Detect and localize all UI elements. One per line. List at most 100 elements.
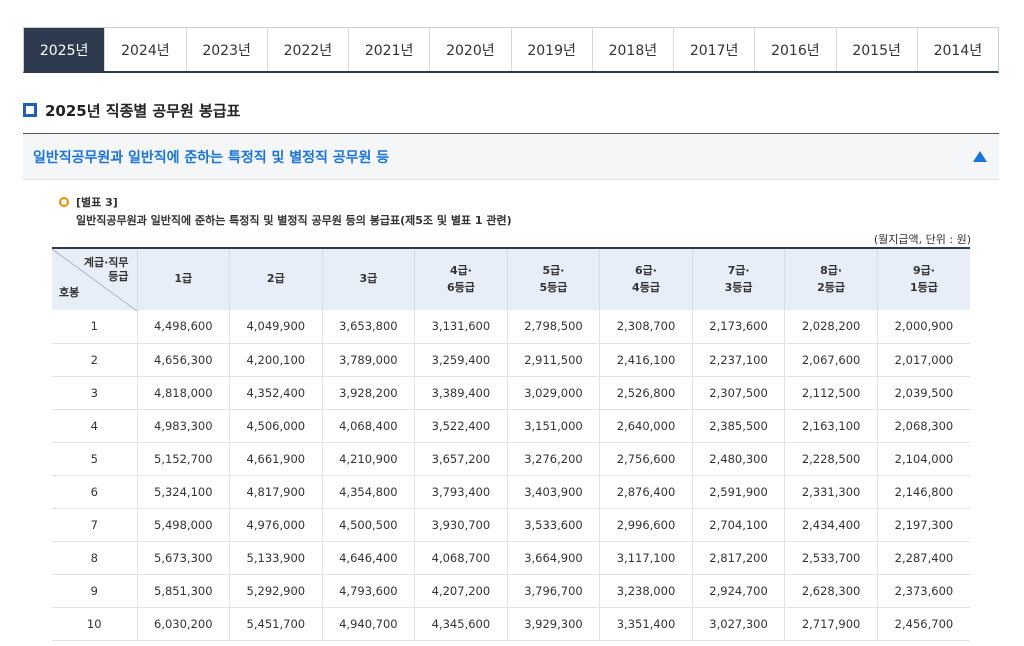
tab-year[interactable]: 2014년 — [916, 28, 998, 71]
page-title-row: 2025년 직종별 공무원 봉급표 — [23, 99, 240, 121]
grade-header: 7급· 3등급 — [691, 247, 785, 310]
salary-cell: 2,228,500 — [784, 442, 878, 476]
salary-cell: 2,704,100 — [691, 508, 785, 542]
salary-cell: 5,152,700 — [136, 442, 230, 476]
salary-cell: 4,210,900 — [321, 442, 415, 476]
tab-year[interactable]: 2021년 — [348, 28, 430, 71]
salary-accordion: 일반직공무원과 일반직에 준하는 특정직 및 별정직 공무원 등 [별표 3] … — [23, 133, 999, 646]
tab-year[interactable]: 2023년 — [185, 28, 267, 71]
salary-cell: 2,373,600 — [876, 574, 970, 608]
salary-cell: 3,929,300 — [506, 607, 600, 641]
year-tabs: 2025년 2024년 2023년 2022년 2021년 2020년 2019년 2018년… — [23, 27, 999, 73]
triangle-up-icon[interactable] — [973, 151, 987, 162]
salary-cell: 2,640,000 — [599, 409, 693, 443]
step-cell: 2 — [52, 343, 137, 377]
salary-cell: 5,451,700 — [229, 607, 323, 641]
salary-cell: 6,030,200 — [136, 607, 230, 641]
grade-header-line: 3등급 — [724, 280, 753, 294]
salary-cell: 3,151,000 — [506, 409, 600, 443]
salary-cell: 4,352,400 — [229, 376, 323, 410]
tab-year[interactable]: 2024년 — [104, 28, 186, 71]
circle-bullet-icon — [59, 197, 69, 207]
grade-header-line: 8급· — [820, 264, 843, 277]
salary-cell: 2,237,100 — [691, 343, 785, 377]
grade-header-line: 6급· — [635, 264, 657, 277]
grade-header-line: 3급 — [359, 272, 378, 286]
salary-cell: 3,117,100 — [599, 541, 693, 575]
step-cell: 5 — [52, 442, 137, 476]
step-cell: 7 — [52, 508, 137, 542]
salary-cell: 3,930,700 — [414, 508, 508, 542]
grade-header-line: 4등급 — [632, 280, 660, 294]
table-row: 1 4,498,600 4,049,900 3,653,800 3,131,600 2,7… — [52, 310, 970, 344]
salary-cell: 2,068,300 — [876, 409, 970, 443]
tab-year[interactable]: 2025년 — [24, 28, 105, 71]
tab-year[interactable]: 2020년 — [429, 28, 511, 71]
corner-top-label: 계급·직무 등급 — [84, 256, 129, 285]
salary-cell: 4,200,100 — [229, 343, 323, 377]
salary-cell: 2,307,500 — [691, 376, 785, 410]
salary-cell: 2,331,300 — [784, 475, 878, 509]
page-title: 2025년 직종별 공무원 봉급표 — [45, 101, 241, 120]
table-row: 6 5,324,100 4,817,900 4,354,800 3,793,400 3,4… — [52, 475, 970, 509]
salary-cell: 4,793,600 — [321, 574, 415, 608]
step-cell: 6 — [52, 475, 137, 509]
salary-cell: 3,403,900 — [506, 475, 600, 509]
step-cell: 8 — [52, 541, 137, 575]
grade-header: 2급 — [229, 247, 323, 310]
tab-year[interactable]: 2022년 — [266, 28, 348, 71]
salary-cell: 4,976,000 — [229, 508, 323, 542]
salary-cell: 2,173,600 — [691, 310, 785, 344]
salary-cell: 2,756,600 — [599, 442, 693, 476]
table-row: 10 6,030,200 5,451,700 4,940,700 4,345,600 3,… — [52, 607, 970, 641]
tab-year[interactable]: 2015년 — [835, 28, 917, 71]
salary-cell: 4,940,700 — [321, 607, 415, 641]
salary-cell: 2,798,500 — [506, 310, 600, 344]
corner-header: 계급·직무 등급 호봉 — [52, 247, 137, 311]
step-cell: 3 — [52, 376, 137, 410]
salary-cell: 2,146,800 — [876, 475, 970, 509]
grade-header: 5급· 5등급 — [506, 247, 600, 310]
salary-cell: 2,039,500 — [876, 376, 970, 410]
salary-cell: 2,876,400 — [599, 475, 693, 509]
salary-cell: 5,851,300 — [136, 574, 230, 608]
accordion-title[interactable]: 일반직공무원과 일반직에 준하는 특정직 및 별정직 공무원 등 — [33, 147, 389, 167]
salary-cell: 2,067,600 — [784, 343, 878, 377]
table-row: 4 4,983,300 4,506,000 4,068,400 3,522,400 3,1… — [52, 409, 970, 443]
salary-cell: 2,628,300 — [784, 574, 878, 608]
salary-cell: 2,104,000 — [876, 442, 970, 476]
note-description: 일반직공무원과 일반직에 준하는 특정직 및 별정직 공무원 등의 봉급표(제5… — [76, 214, 512, 227]
grade-header: 9급· 1등급 — [876, 247, 970, 310]
accordion-header[interactable]: 일반직공무원과 일반직에 준하는 특정직 및 별정직 공무원 등 — [23, 134, 999, 180]
table-row: 8 5,673,300 5,133,900 4,646,400 4,068,700 3,6… — [52, 541, 970, 575]
salary-cell: 3,657,200 — [414, 442, 508, 476]
salary-cell: 5,133,900 — [229, 541, 323, 575]
salary-cell: 2,287,400 — [876, 541, 970, 575]
salary-cell: 3,276,200 — [506, 442, 600, 476]
salary-cell: 4,049,900 — [229, 310, 323, 344]
tab-year[interactable]: 2017년 — [673, 28, 755, 71]
salary-cell: 4,661,900 — [229, 442, 323, 476]
tab-year[interactable]: 2018년 — [591, 28, 673, 71]
corner-top-line2: 등급 — [108, 270, 129, 284]
salary-cell: 3,789,000 — [321, 343, 415, 377]
table-row: 3 4,818,000 4,352,400 3,928,200 3,389,400 3,0… — [52, 376, 970, 410]
grade-header-line: 2등급 — [817, 280, 846, 294]
tab-year[interactable]: 2019년 — [510, 28, 592, 71]
salary-cell: 4,498,600 — [136, 310, 230, 344]
salary-table: 계급·직무 등급 호봉 1급 2급 3급 4급· 6등급 5급· 5등급 6급· 4등급 7급· 3… — [52, 247, 970, 641]
salary-cell: 3,238,000 — [599, 574, 693, 608]
salary-cell: 2,480,300 — [691, 442, 785, 476]
table-row: 9 5,851,300 5,292,900 4,793,600 4,207,200 3,7… — [52, 574, 970, 608]
grade-header: 4급· 6등급 — [414, 247, 508, 310]
grade-header: 8급· 2등급 — [784, 247, 878, 310]
salary-cell: 2,000,900 — [876, 310, 970, 344]
salary-cell: 4,646,400 — [321, 541, 415, 575]
salary-cell: 5,292,900 — [229, 574, 323, 608]
step-cell: 1 — [52, 310, 137, 344]
step-cell: 4 — [52, 409, 137, 443]
salary-cell: 3,793,400 — [414, 475, 508, 509]
salary-cell: 3,533,600 — [506, 508, 600, 542]
salary-cell: 2,526,800 — [599, 376, 693, 410]
tab-year[interactable]: 2016년 — [754, 28, 836, 71]
